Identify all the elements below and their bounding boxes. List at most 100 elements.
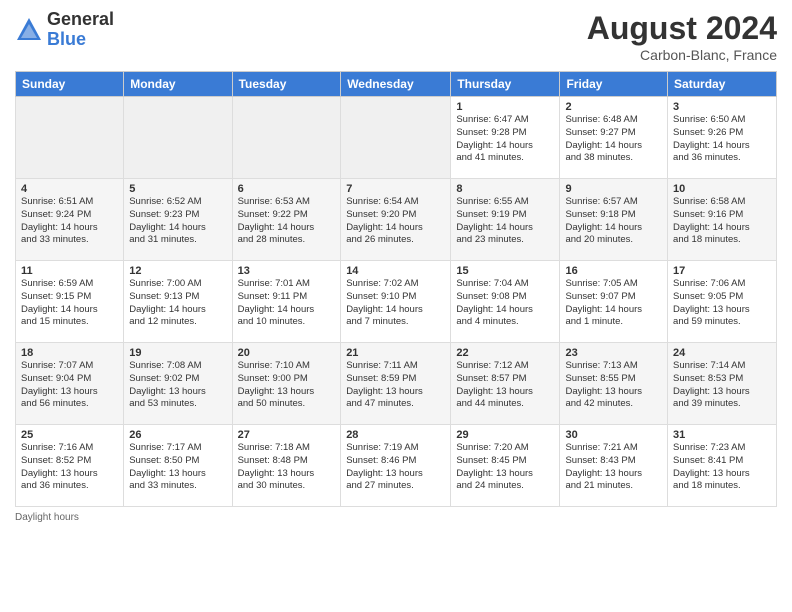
day-info: Sunrise: 7:21 AM Sunset: 8:43 PM Dayligh… bbox=[565, 442, 662, 493]
day-number: 18 bbox=[21, 347, 118, 359]
day-info: Sunrise: 7:23 AM Sunset: 8:41 PM Dayligh… bbox=[673, 442, 771, 493]
title-section: August 2024 Carbon-Blanc, France bbox=[587, 10, 777, 63]
calendar-cell bbox=[232, 97, 341, 179]
day-number: 8 bbox=[456, 183, 554, 195]
day-number: 26 bbox=[129, 429, 226, 441]
calendar-cell: 23Sunrise: 7:13 AM Sunset: 8:55 PM Dayli… bbox=[560, 343, 668, 425]
calendar-cell: 12Sunrise: 7:00 AM Sunset: 9:13 PM Dayli… bbox=[124, 261, 232, 343]
location: Carbon-Blanc, France bbox=[587, 47, 777, 63]
day-number: 2 bbox=[565, 101, 662, 113]
day-number: 23 bbox=[565, 347, 662, 359]
day-info: Sunrise: 7:07 AM Sunset: 9:04 PM Dayligh… bbox=[21, 360, 118, 411]
calendar-cell: 30Sunrise: 7:21 AM Sunset: 8:43 PM Dayli… bbox=[560, 425, 668, 507]
calendar-cell: 22Sunrise: 7:12 AM Sunset: 8:57 PM Dayli… bbox=[451, 343, 560, 425]
weekday-header: Wednesday bbox=[341, 72, 451, 97]
weekday-header: Monday bbox=[124, 72, 232, 97]
day-number: 21 bbox=[346, 347, 445, 359]
day-info: Sunrise: 7:18 AM Sunset: 8:48 PM Dayligh… bbox=[238, 442, 336, 493]
calendar-cell bbox=[124, 97, 232, 179]
day-info: Sunrise: 7:05 AM Sunset: 9:07 PM Dayligh… bbox=[565, 278, 662, 329]
day-number: 4 bbox=[21, 183, 118, 195]
day-number: 14 bbox=[346, 265, 445, 277]
day-number: 1 bbox=[456, 101, 554, 113]
day-number: 19 bbox=[129, 347, 226, 359]
header: General Blue August 2024 Carbon-Blanc, F… bbox=[15, 10, 777, 63]
day-info: Sunrise: 7:14 AM Sunset: 8:53 PM Dayligh… bbox=[673, 360, 771, 411]
logo-general: General bbox=[47, 10, 114, 30]
calendar-cell: 8Sunrise: 6:55 AM Sunset: 9:19 PM Daylig… bbox=[451, 179, 560, 261]
day-number: 12 bbox=[129, 265, 226, 277]
day-number: 27 bbox=[238, 429, 336, 441]
day-number: 11 bbox=[21, 265, 118, 277]
calendar-week-row: 18Sunrise: 7:07 AM Sunset: 9:04 PM Dayli… bbox=[16, 343, 777, 425]
calendar-cell: 27Sunrise: 7:18 AM Sunset: 8:48 PM Dayli… bbox=[232, 425, 341, 507]
day-info: Sunrise: 6:50 AM Sunset: 9:26 PM Dayligh… bbox=[673, 114, 771, 165]
calendar-cell: 7Sunrise: 6:54 AM Sunset: 9:20 PM Daylig… bbox=[341, 179, 451, 261]
day-info: Sunrise: 7:12 AM Sunset: 8:57 PM Dayligh… bbox=[456, 360, 554, 411]
day-number: 10 bbox=[673, 183, 771, 195]
day-number: 31 bbox=[673, 429, 771, 441]
weekday-header: Sunday bbox=[16, 72, 124, 97]
day-info: Sunrise: 7:02 AM Sunset: 9:10 PM Dayligh… bbox=[346, 278, 445, 329]
day-info: Sunrise: 6:52 AM Sunset: 9:23 PM Dayligh… bbox=[129, 196, 226, 247]
calendar-cell bbox=[16, 97, 124, 179]
calendar-cell: 13Sunrise: 7:01 AM Sunset: 9:11 PM Dayli… bbox=[232, 261, 341, 343]
calendar-cell: 10Sunrise: 6:58 AM Sunset: 9:16 PM Dayli… bbox=[668, 179, 777, 261]
calendar-cell: 20Sunrise: 7:10 AM Sunset: 9:00 PM Dayli… bbox=[232, 343, 341, 425]
calendar-cell: 6Sunrise: 6:53 AM Sunset: 9:22 PM Daylig… bbox=[232, 179, 341, 261]
day-info: Sunrise: 6:54 AM Sunset: 9:20 PM Dayligh… bbox=[346, 196, 445, 247]
calendar-cell: 29Sunrise: 7:20 AM Sunset: 8:45 PM Dayli… bbox=[451, 425, 560, 507]
logo-text: General Blue bbox=[47, 10, 114, 50]
day-number: 15 bbox=[456, 265, 554, 277]
logo-blue: Blue bbox=[47, 30, 114, 50]
day-number: 16 bbox=[565, 265, 662, 277]
day-number: 29 bbox=[456, 429, 554, 441]
calendar-cell bbox=[341, 97, 451, 179]
logo: General Blue bbox=[15, 10, 114, 50]
calendar-cell: 17Sunrise: 7:06 AM Sunset: 9:05 PM Dayli… bbox=[668, 261, 777, 343]
day-info: Sunrise: 7:17 AM Sunset: 8:50 PM Dayligh… bbox=[129, 442, 226, 493]
calendar-cell: 9Sunrise: 6:57 AM Sunset: 9:18 PM Daylig… bbox=[560, 179, 668, 261]
weekday-header: Saturday bbox=[668, 72, 777, 97]
calendar-week-row: 11Sunrise: 6:59 AM Sunset: 9:15 PM Dayli… bbox=[16, 261, 777, 343]
calendar-cell: 28Sunrise: 7:19 AM Sunset: 8:46 PM Dayli… bbox=[341, 425, 451, 507]
calendar-cell: 5Sunrise: 6:52 AM Sunset: 9:23 PM Daylig… bbox=[124, 179, 232, 261]
day-number: 22 bbox=[456, 347, 554, 359]
weekday-header: Tuesday bbox=[232, 72, 341, 97]
day-number: 25 bbox=[21, 429, 118, 441]
day-info: Sunrise: 7:20 AM Sunset: 8:45 PM Dayligh… bbox=[456, 442, 554, 493]
weekday-header: Friday bbox=[560, 72, 668, 97]
day-number: 20 bbox=[238, 347, 336, 359]
calendar-cell: 3Sunrise: 6:50 AM Sunset: 9:26 PM Daylig… bbox=[668, 97, 777, 179]
day-info: Sunrise: 6:47 AM Sunset: 9:28 PM Dayligh… bbox=[456, 114, 554, 165]
day-info: Sunrise: 7:16 AM Sunset: 8:52 PM Dayligh… bbox=[21, 442, 118, 493]
calendar-cell: 11Sunrise: 6:59 AM Sunset: 9:15 PM Dayli… bbox=[16, 261, 124, 343]
calendar-cell: 1Sunrise: 6:47 AM Sunset: 9:28 PM Daylig… bbox=[451, 97, 560, 179]
day-info: Sunrise: 6:57 AM Sunset: 9:18 PM Dayligh… bbox=[565, 196, 662, 247]
footer-note: Daylight hours bbox=[15, 512, 777, 523]
calendar-cell: 19Sunrise: 7:08 AM Sunset: 9:02 PM Dayli… bbox=[124, 343, 232, 425]
month-title: August 2024 bbox=[587, 10, 777, 47]
weekday-header: Thursday bbox=[451, 72, 560, 97]
day-number: 7 bbox=[346, 183, 445, 195]
day-info: Sunrise: 7:19 AM Sunset: 8:46 PM Dayligh… bbox=[346, 442, 445, 493]
calendar-cell: 18Sunrise: 7:07 AM Sunset: 9:04 PM Dayli… bbox=[16, 343, 124, 425]
day-info: Sunrise: 6:58 AM Sunset: 9:16 PM Dayligh… bbox=[673, 196, 771, 247]
calendar: SundayMondayTuesdayWednesdayThursdayFrid… bbox=[15, 71, 777, 507]
day-number: 9 bbox=[565, 183, 662, 195]
day-info: Sunrise: 7:06 AM Sunset: 9:05 PM Dayligh… bbox=[673, 278, 771, 329]
calendar-week-row: 4Sunrise: 6:51 AM Sunset: 9:24 PM Daylig… bbox=[16, 179, 777, 261]
calendar-cell: 2Sunrise: 6:48 AM Sunset: 9:27 PM Daylig… bbox=[560, 97, 668, 179]
day-info: Sunrise: 6:55 AM Sunset: 9:19 PM Dayligh… bbox=[456, 196, 554, 247]
calendar-cell: 31Sunrise: 7:23 AM Sunset: 8:41 PM Dayli… bbox=[668, 425, 777, 507]
page: General Blue August 2024 Carbon-Blanc, F… bbox=[0, 0, 792, 612]
day-info: Sunrise: 7:13 AM Sunset: 8:55 PM Dayligh… bbox=[565, 360, 662, 411]
day-info: Sunrise: 6:59 AM Sunset: 9:15 PM Dayligh… bbox=[21, 278, 118, 329]
day-info: Sunrise: 7:00 AM Sunset: 9:13 PM Dayligh… bbox=[129, 278, 226, 329]
logo-icon bbox=[15, 16, 43, 44]
day-number: 28 bbox=[346, 429, 445, 441]
calendar-header-row: SundayMondayTuesdayWednesdayThursdayFrid… bbox=[16, 72, 777, 97]
day-number: 3 bbox=[673, 101, 771, 113]
calendar-cell: 26Sunrise: 7:17 AM Sunset: 8:50 PM Dayli… bbox=[124, 425, 232, 507]
calendar-cell: 21Sunrise: 7:11 AM Sunset: 8:59 PM Dayli… bbox=[341, 343, 451, 425]
